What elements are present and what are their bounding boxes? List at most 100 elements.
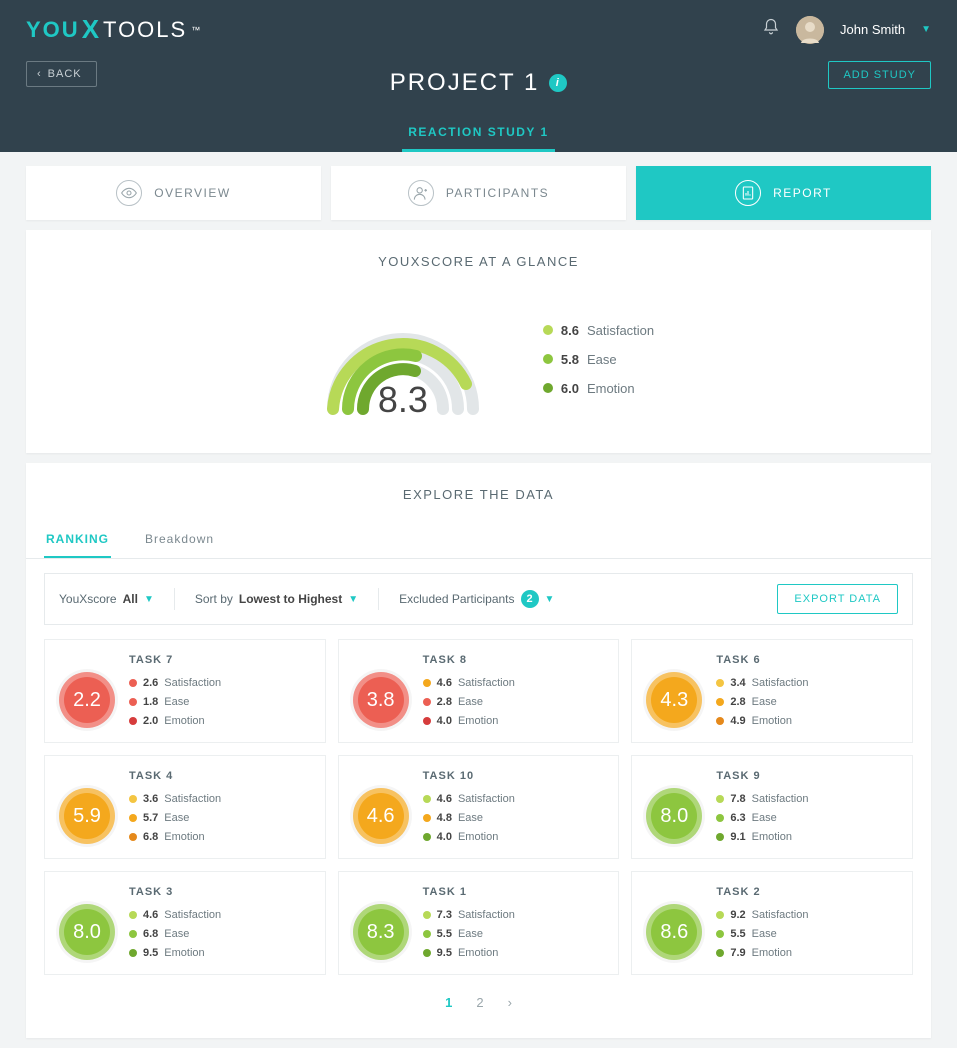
dot-icon bbox=[423, 930, 431, 938]
avatar[interactable] bbox=[796, 16, 824, 44]
glance-title: YOUXSCORE AT A GLANCE bbox=[26, 254, 931, 269]
task-card[interactable]: 4.6TASK 104.6Satisfaction4.8Ease4.0Emoti… bbox=[338, 755, 620, 859]
dot-icon bbox=[129, 679, 137, 687]
page-1[interactable]: 1 bbox=[445, 995, 452, 1010]
explore-title: EXPLORE THE DATA bbox=[26, 487, 931, 502]
tab-participants[interactable]: PARTICIPANTS bbox=[331, 166, 626, 220]
excluded-label: Excluded Participants bbox=[399, 592, 514, 606]
task-info: TASK 72.6Satisfaction1.8Ease2.0Emotion bbox=[129, 654, 221, 727]
back-button[interactable]: ‹ BACK bbox=[26, 61, 97, 87]
gauge-score-value: 8.3 bbox=[378, 379, 428, 421]
bell-icon[interactable] bbox=[762, 18, 780, 41]
task-card[interactable]: 3.8TASK 84.6Satisfaction2.8Ease4.0Emotio… bbox=[338, 639, 620, 743]
chevron-down-icon[interactable]: ▼ bbox=[921, 24, 931, 35]
legend-label: Satisfaction bbox=[587, 323, 654, 338]
study-tab-active[interactable]: REACTION STUDY 1 bbox=[402, 115, 554, 152]
sort-label: Sort by bbox=[195, 592, 233, 606]
dot-icon bbox=[423, 717, 431, 725]
info-icon[interactable]: i bbox=[549, 74, 567, 92]
subtab-breakdown[interactable]: Breakdown bbox=[143, 522, 216, 558]
export-data-button[interactable]: EXPORT DATA bbox=[777, 584, 898, 614]
tab-overview[interactable]: OVERVIEW bbox=[26, 166, 321, 220]
metric-value: 5.5 bbox=[730, 928, 745, 940]
metric-value: 9.2 bbox=[730, 909, 745, 921]
metric-label: Ease bbox=[752, 812, 777, 824]
metric-ease: 1.8Ease bbox=[129, 696, 221, 708]
task-info: TASK 34.6Satisfaction6.8Ease9.5Emotion bbox=[129, 886, 221, 959]
score-circle: 8.6 bbox=[646, 904, 702, 960]
glance-legend: 8.6Satisfaction5.8Ease6.0Emotion bbox=[543, 323, 654, 396]
filter-excluded[interactable]: Excluded Participants 2 ▼ bbox=[399, 590, 554, 608]
subtab-ranking[interactable]: RANKING bbox=[44, 522, 111, 558]
task-info: TASK 104.6Satisfaction4.8Ease4.0Emotion bbox=[423, 770, 515, 843]
metric-satisfaction: 7.3Satisfaction bbox=[423, 909, 515, 921]
metric-label: Ease bbox=[164, 812, 189, 824]
legend-value: 8.6 bbox=[561, 323, 579, 338]
user-name[interactable]: John Smith bbox=[840, 22, 905, 37]
metric-ease: 4.8Ease bbox=[423, 812, 515, 824]
task-card[interactable]: 8.3TASK 17.3Satisfaction5.5Ease9.5Emotio… bbox=[338, 871, 620, 975]
logo-you: YOU bbox=[26, 17, 80, 43]
legend-row: 8.6 Satisfaction bbox=[543, 323, 654, 338]
metric-satisfaction: 4.6Satisfaction bbox=[423, 793, 515, 805]
task-card[interactable]: 5.9TASK 43.6Satisfaction5.7Ease6.8Emotio… bbox=[44, 755, 326, 859]
score-circle: 4.3 bbox=[646, 672, 702, 728]
legend-label: Emotion bbox=[587, 381, 635, 396]
metric-value: 3.6 bbox=[143, 793, 158, 805]
task-card[interactable]: 8.0TASK 34.6Satisfaction6.8Ease9.5Emotio… bbox=[44, 871, 326, 975]
metric-satisfaction: 7.8Satisfaction bbox=[716, 793, 808, 805]
logo-tools: TOOLS bbox=[103, 17, 187, 43]
metric-value: 4.0 bbox=[437, 715, 452, 727]
metric-value: 4.6 bbox=[437, 677, 452, 689]
project-title-row: PROJECT 1 i bbox=[390, 69, 568, 97]
metric-value: 9.5 bbox=[143, 947, 158, 959]
metric-satisfaction: 4.6Satisfaction bbox=[129, 909, 221, 921]
tab-report[interactable]: REPORT bbox=[636, 166, 931, 220]
add-study-button[interactable]: ADD STUDY bbox=[828, 61, 931, 89]
task-title: TASK 3 bbox=[129, 886, 221, 898]
filter-sort[interactable]: Sort by Lowest to Highest ▼ bbox=[195, 592, 358, 606]
metric-ease: 5.5Ease bbox=[716, 928, 808, 940]
dot-icon bbox=[129, 795, 137, 803]
page-2[interactable]: 2 bbox=[476, 995, 483, 1010]
task-title: TASK 9 bbox=[716, 770, 808, 782]
user-icon bbox=[408, 180, 434, 206]
back-label: BACK bbox=[48, 68, 82, 80]
task-info: TASK 29.2Satisfaction5.5Ease7.9Emotion bbox=[716, 886, 808, 959]
score-circle: 3.8 bbox=[353, 672, 409, 728]
chevron-down-icon: ▼ bbox=[144, 594, 154, 605]
metric-value: 4.9 bbox=[730, 715, 745, 727]
task-info: TASK 63.4Satisfaction2.8Ease4.9Emotion bbox=[716, 654, 808, 727]
metric-emotion: 4.0Emotion bbox=[423, 831, 515, 843]
task-info: TASK 97.8Satisfaction6.3Ease9.1Emotion bbox=[716, 770, 808, 843]
metric-emotion: 4.9Emotion bbox=[716, 715, 808, 727]
legend-dot-icon bbox=[543, 354, 553, 364]
filter-youxscore[interactable]: YouXscore All ▼ bbox=[59, 592, 154, 606]
page-next-icon[interactable]: › bbox=[508, 995, 512, 1010]
dot-icon bbox=[129, 833, 137, 841]
metric-emotion: 9.1Emotion bbox=[716, 831, 808, 843]
dot-icon bbox=[423, 833, 431, 841]
metric-ease: 5.5Ease bbox=[423, 928, 515, 940]
dot-icon bbox=[716, 717, 724, 725]
eye-icon bbox=[116, 180, 142, 206]
metric-label: Emotion bbox=[164, 947, 204, 959]
task-card[interactable]: 8.0TASK 97.8Satisfaction6.3Ease9.1Emotio… bbox=[631, 755, 913, 859]
metric-label: Satisfaction bbox=[458, 677, 515, 689]
metric-value: 2.8 bbox=[437, 696, 452, 708]
task-card[interactable]: 4.3TASK 63.4Satisfaction2.8Ease4.9Emotio… bbox=[631, 639, 913, 743]
metric-emotion: 9.5Emotion bbox=[423, 947, 515, 959]
legend-value: 6.0 bbox=[561, 381, 579, 396]
metric-value: 4.6 bbox=[437, 793, 452, 805]
metric-label: Satisfaction bbox=[752, 677, 809, 689]
brand-logo[interactable]: YOU X TOOLS ™ bbox=[26, 14, 202, 45]
dot-icon bbox=[716, 679, 724, 687]
task-card[interactable]: 2.2TASK 72.6Satisfaction1.8Ease2.0Emotio… bbox=[44, 639, 326, 743]
dot-icon bbox=[716, 930, 724, 938]
metric-value: 6.8 bbox=[143, 831, 158, 843]
task-title: TASK 4 bbox=[129, 770, 221, 782]
task-card[interactable]: 8.6TASK 29.2Satisfaction5.5Ease7.9Emotio… bbox=[631, 871, 913, 975]
dot-icon bbox=[716, 949, 724, 957]
metric-label: Emotion bbox=[458, 831, 498, 843]
report-icon bbox=[735, 180, 761, 206]
